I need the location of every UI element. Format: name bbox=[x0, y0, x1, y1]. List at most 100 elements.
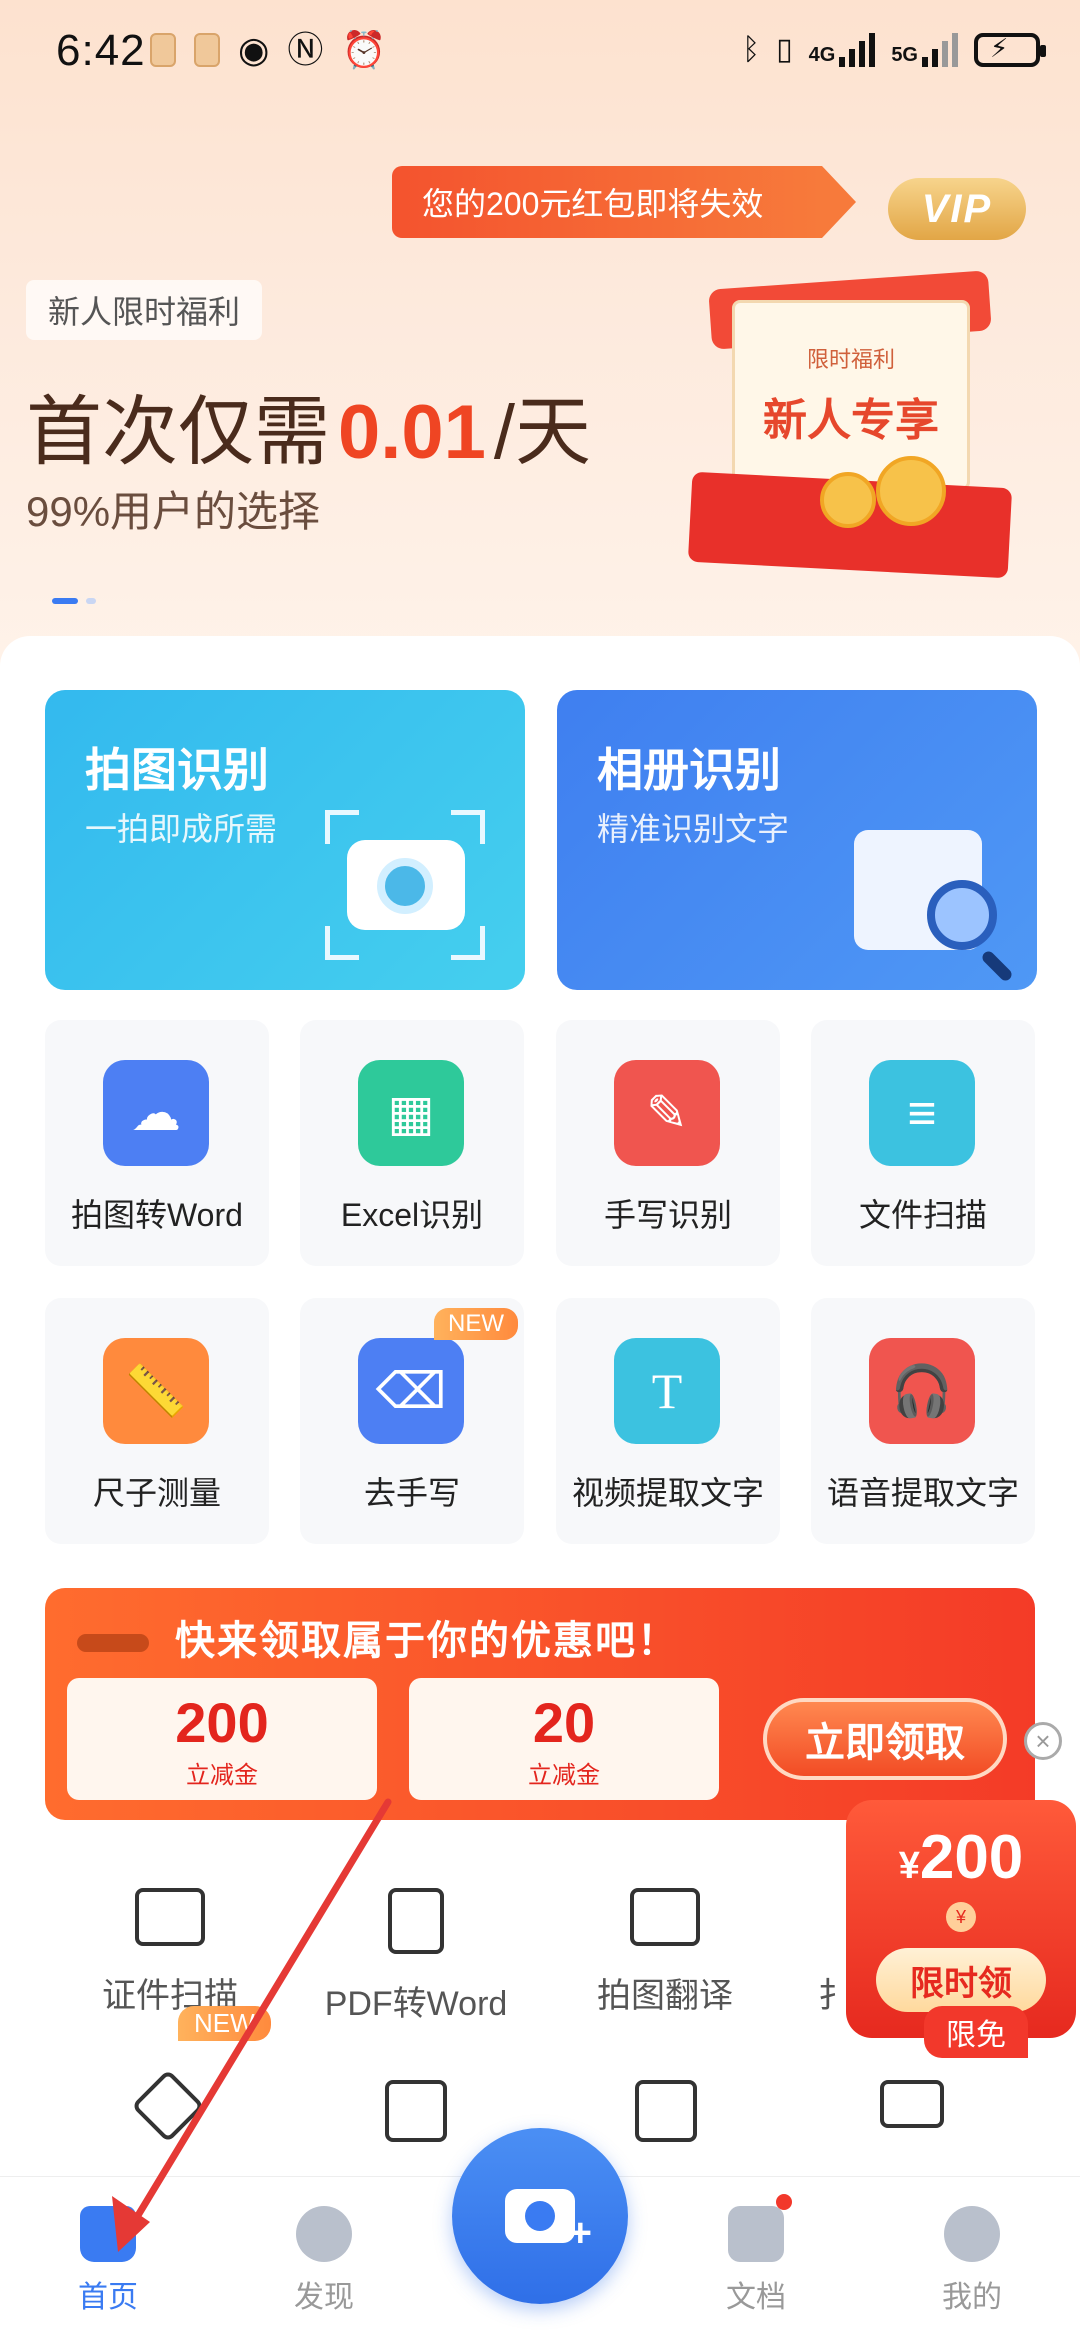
plus-icon: + bbox=[568, 2211, 592, 2255]
camera-translate-icon bbox=[630, 1888, 700, 1946]
camera-icon bbox=[325, 810, 485, 960]
signal-bars-icon bbox=[922, 33, 958, 67]
eraser-icon: ⌫ bbox=[358, 1338, 464, 1444]
card-subtitle: 精准识别文字 bbox=[597, 811, 790, 847]
gift-box-illustration[interactable]: 限时福利 新人专享 bbox=[680, 260, 1013, 580]
brush-icon: ✎ bbox=[614, 1060, 720, 1166]
close-icon[interactable]: × bbox=[1024, 1722, 1062, 1760]
nfc-icon: Ⓝ bbox=[287, 29, 324, 70]
card-title: 拍图识别 bbox=[85, 744, 269, 796]
camera-capture-button[interactable]: + bbox=[452, 2128, 628, 2304]
nav-home[interactable]: 首页 bbox=[38, 2206, 178, 2316]
free-badge: 限免 bbox=[924, 2006, 1028, 2058]
yuan-coin-icon: ¥ bbox=[946, 1902, 976, 1932]
tool-id-scan[interactable]: 证件扫描 bbox=[50, 1888, 290, 2017]
tool-handwriting-recognition[interactable]: ✎ 手写识别 bbox=[556, 1020, 780, 1266]
card-subtitle: 一拍即成所需 bbox=[85, 811, 278, 847]
album-recognition-card[interactable]: 相册识别 精准识别文字 bbox=[557, 690, 1037, 990]
nav-label: 首页 bbox=[78, 2281, 138, 2314]
apps-grid-icon bbox=[635, 2080, 697, 2142]
carousel-indicator bbox=[52, 598, 96, 604]
vibrate-icon: ▯ bbox=[776, 33, 793, 66]
ticket-caption: 立减金 bbox=[528, 1762, 600, 1789]
tool-photo-to-word[interactable]: ☁ 拍图转Word bbox=[45, 1020, 269, 1266]
photo-recognition-card[interactable]: 拍图识别 一拍即成所需 bbox=[45, 690, 525, 990]
newbie-welfare-tag: 新人限时福利 bbox=[26, 280, 263, 340]
tool-partial[interactable]: 扌 bbox=[712, 1888, 852, 2017]
battery-charging-icon: ⚡ bbox=[974, 33, 1046, 67]
tool-row2-item[interactable] bbox=[118, 2069, 218, 2150]
new-badge: NEW bbox=[178, 2006, 271, 2041]
discover-icon bbox=[296, 2206, 352, 2262]
tool-remove-handwriting[interactable]: ⌫ 去手写 NEW bbox=[300, 1298, 524, 1544]
coupon-ticket[interactable]: 20 立减金 bbox=[409, 1678, 719, 1800]
headline-subtitle: 99%用户的选择 bbox=[26, 488, 321, 535]
tool-label: 尺子测量 bbox=[92, 1475, 221, 1511]
status-bar: 6:42 ◉ Ⓝ ⏰ ᛒ ▯ 4G 5G ⚡ bbox=[0, 0, 1080, 110]
floating-red-packet[interactable]: ¥200 ¥ 限时领 bbox=[846, 1800, 1076, 2038]
ticket-amount: 20 bbox=[532, 1691, 596, 1754]
coupon-decoration bbox=[77, 1634, 149, 1652]
tool-row2-item[interactable] bbox=[366, 2080, 466, 2150]
notification-dot bbox=[776, 2194, 792, 2210]
coin-icon bbox=[876, 456, 946, 526]
nav-me[interactable]: 我的 bbox=[902, 2206, 1042, 2316]
nav-discover[interactable]: 发现 bbox=[254, 2206, 394, 2316]
red-packet-expiry-banner[interactable]: 您的200元红包即将失效 bbox=[392, 166, 856, 238]
tool-label: 扌 bbox=[818, 1977, 852, 2015]
ticket-caption: 立减金 bbox=[186, 1762, 258, 1789]
tool-ruler-measure[interactable]: 📏 尺子测量 bbox=[45, 1298, 269, 1544]
tool-label: 去手写 bbox=[363, 1475, 460, 1511]
tool-label: 视频提取文字 bbox=[571, 1475, 764, 1511]
new-badge: NEW bbox=[434, 1308, 518, 1340]
document-icon bbox=[728, 2206, 784, 2262]
document-scan-icon: ≡ bbox=[869, 1060, 975, 1166]
tool-row2-item[interactable] bbox=[862, 2080, 962, 2150]
tool-label: 文件扫描 bbox=[858, 1197, 987, 1233]
tool-label: Excel识别 bbox=[340, 1197, 484, 1233]
vip-badge[interactable]: VIP bbox=[888, 178, 1026, 240]
headline-suffix: /天 bbox=[493, 390, 592, 475]
bluetooth-icon: ᛒ bbox=[742, 33, 761, 66]
tool-row2-item[interactable] bbox=[616, 2080, 716, 2150]
tool-audio-extract-text[interactable]: 🎧 语音提取文字 bbox=[811, 1298, 1035, 1544]
status-notification-icons: ◉ Ⓝ ⏰ bbox=[150, 30, 386, 70]
tool-label: PDF转Word bbox=[324, 1985, 508, 2023]
tool-label: 手写识别 bbox=[603, 1197, 732, 1233]
price-headline[interactable]: 首次仅需 0.01/天 bbox=[26, 370, 591, 480]
tool-label: 拍图转Word bbox=[71, 1197, 243, 1233]
status-time: 6:42 bbox=[56, 26, 146, 75]
gift-card-small-text: 限时福利 bbox=[806, 347, 895, 372]
alarm-icon: ⏰ bbox=[341, 29, 387, 70]
coupon-banner[interactable]: 快来领取属于你的优惠吧！ 200 立减金 20 立减金 立即领取 bbox=[45, 1588, 1035, 1820]
vin-scan-icon bbox=[880, 2080, 944, 2128]
coupon-ticket[interactable]: 200 立减金 bbox=[67, 1678, 377, 1800]
rotate-icon bbox=[131, 2069, 205, 2143]
pdf-word-icon bbox=[388, 1888, 444, 1954]
magnifier-handle bbox=[980, 949, 1014, 983]
nav-label: 发现 bbox=[294, 2281, 354, 2314]
limited-claim-button[interactable]: 限时领 bbox=[876, 1948, 1046, 2012]
red-packet-amount: ¥200 bbox=[898, 1823, 1024, 1892]
video-text-icon: T bbox=[614, 1338, 720, 1444]
signal-bars-icon bbox=[839, 33, 876, 67]
tool-video-extract-text[interactable]: T 视频提取文字 bbox=[556, 1298, 780, 1544]
eye-icon: ◉ bbox=[238, 29, 270, 70]
app-notification-icon bbox=[150, 33, 176, 67]
claim-now-button[interactable]: 立即领取 bbox=[763, 1698, 1007, 1780]
id-card-icon bbox=[135, 1888, 205, 1946]
headline-price: 0.01 bbox=[338, 390, 486, 475]
ticket-amount: 200 bbox=[175, 1691, 269, 1754]
tool-document-scan[interactable]: ≡ 文件扫描 bbox=[811, 1020, 1035, 1266]
table-icon: ▦ bbox=[358, 1060, 464, 1166]
headline-prefix: 首次仅需 bbox=[26, 390, 330, 475]
nav-label: 文档 bbox=[726, 2281, 786, 2314]
home-icon bbox=[80, 2206, 136, 2262]
tool-pdf-to-word[interactable]: PDF转Word bbox=[296, 1888, 536, 2025]
tool-excel-recognition[interactable]: ▦ Excel识别 bbox=[300, 1020, 524, 1266]
nav-documents[interactable]: 文档 bbox=[686, 2206, 826, 2316]
ruler-icon: 📏 bbox=[103, 1338, 209, 1444]
carousel-dot-active bbox=[52, 598, 78, 604]
coupon-title: 快来领取属于你的优惠吧！ bbox=[175, 1619, 679, 1663]
app-notification-icon bbox=[194, 33, 220, 67]
